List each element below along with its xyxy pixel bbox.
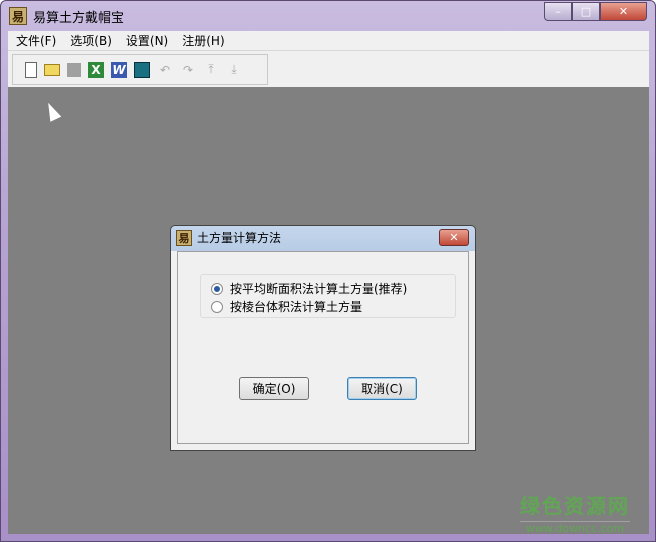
open-folder-icon[interactable] — [44, 63, 60, 76]
dialog-icon: 易 — [176, 229, 192, 246]
new-file-icon[interactable] — [25, 61, 37, 78]
dialog-close-button[interactable]: ✕ — [439, 229, 469, 246]
radio-average-section[interactable]: 按平均断面积法计算土方量(推荐) — [211, 280, 407, 297]
window-title: 易算土方戴帽宝 — [33, 10, 125, 26]
dialog-title: 土方量计算方法 — [197, 231, 282, 245]
calculation-method-dialog: 易 土方量计算方法 ✕ 按平均断面积法计算土方量(推荐) 按棱台体积法计算土方量… — [170, 225, 476, 451]
ok-button[interactable]: 确定(O) — [239, 377, 309, 400]
move-up-icon[interactable]: ⤒ — [203, 62, 219, 78]
title-bar: 易 易算土方戴帽宝 — [9, 5, 124, 27]
undo-icon[interactable]: ↶ — [157, 62, 173, 78]
watermark-url: www.downcc.com — [520, 521, 630, 535]
excel-icon[interactable]: X — [88, 61, 104, 78]
save-icon[interactable] — [67, 62, 81, 77]
redo-icon[interactable]: ↷ — [180, 62, 196, 78]
menu-bar: 文件(F) 选项(B) 设置(N) 注册(H) — [8, 31, 649, 50]
radio-icon[interactable] — [211, 300, 223, 313]
cancel-button[interactable]: 取消(C) — [347, 377, 417, 400]
toolbar: X W ↶ ↷ ⤒ ⤓ — [8, 50, 649, 87]
option-label: 按平均断面积法计算土方量(推荐) — [230, 282, 408, 296]
menu-settings[interactable]: 设置(N) — [126, 32, 168, 49]
menu-file[interactable]: 文件(F) — [16, 32, 56, 49]
option-label: 按棱台体积法计算土方量 — [230, 300, 363, 314]
move-down-icon[interactable]: ⤓ — [226, 62, 242, 78]
word-icon[interactable]: W — [111, 61, 127, 78]
menu-options[interactable]: 选项(B) — [70, 32, 112, 49]
minimize-button[interactable]: – — [544, 2, 572, 21]
radio-prismoid[interactable]: 按棱台体积法计算土方量 — [211, 298, 362, 315]
watermark-title: 绿色资源网 — [520, 494, 630, 518]
method-group: 按平均断面积法计算土方量(推荐) 按棱台体积法计算土方量 — [200, 274, 456, 318]
radio-selected-icon[interactable] — [211, 282, 223, 295]
close-button[interactable]: ✕ — [600, 2, 647, 21]
menu-register[interactable]: 注册(H) — [182, 32, 224, 49]
watermark: 绿色资源网 www.downcc.com — [520, 490, 630, 535]
maximize-button[interactable]: □ — [572, 2, 600, 21]
app-icon: 易 — [9, 7, 27, 25]
calculator-icon[interactable] — [134, 61, 150, 78]
